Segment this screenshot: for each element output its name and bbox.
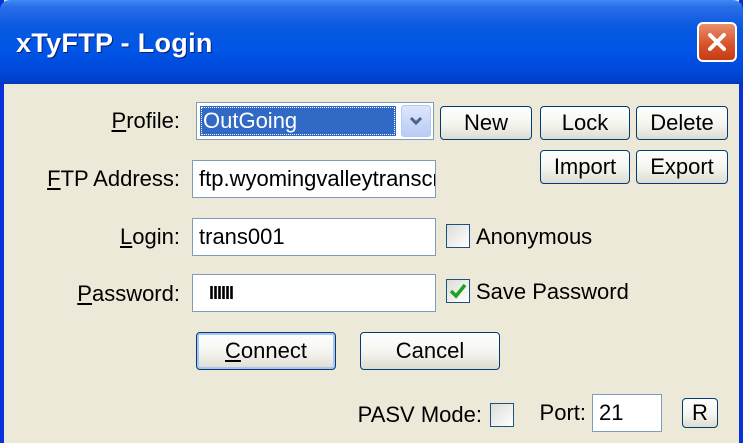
anonymous-checkbox[interactable] — [446, 224, 470, 248]
close-button[interactable] — [697, 22, 737, 62]
password-label: Password: — [77, 281, 180, 306]
cancel-button[interactable]: Cancel — [360, 332, 500, 370]
pasv-mode-label: PASV Mode: — [357, 402, 482, 427]
login-input[interactable]: trans001 — [192, 218, 436, 256]
ftp-address-input[interactable]: ftp.wyomingvalleytranscr — [192, 160, 436, 198]
save-password-checkbox[interactable] — [446, 279, 470, 303]
close-icon — [708, 33, 726, 51]
port-label: Port: — [539, 400, 586, 425]
profile-select[interactable]: OutGoing — [196, 102, 434, 140]
login-label: Login: — [120, 224, 180, 249]
save-password-label: Save Password — [476, 279, 629, 304]
ftp-address-label: FTP Address: — [47, 166, 180, 191]
import-button[interactable]: Import — [540, 150, 630, 184]
lock-button[interactable]: Lock — [540, 106, 630, 140]
title-bar[interactable]: xTyFTP - Login — [0, 0, 743, 84]
delete-button[interactable]: Delete — [636, 106, 728, 140]
profile-label: Profile: — [111, 108, 180, 133]
reset-port-button[interactable]: R — [682, 398, 718, 428]
check-icon — [449, 283, 467, 299]
anonymous-label: Anonymous — [476, 224, 593, 249]
login-dialog: xTyFTP - Login Profile: OutGoing New Loc… — [0, 0, 743, 443]
export-button[interactable]: Export — [636, 150, 728, 184]
port-input[interactable]: 21 — [592, 394, 662, 432]
password-input[interactable]: IIIIII — [192, 274, 436, 312]
profile-selected-value: OutGoing — [200, 106, 396, 136]
dropdown-button[interactable] — [401, 105, 431, 137]
new-button[interactable]: New — [440, 106, 532, 140]
window-title: xTyFTP - Login — [16, 28, 213, 58]
pasv-mode-checkbox[interactable] — [490, 403, 514, 427]
chevron-down-icon — [409, 116, 423, 126]
connect-button[interactable]: Connect — [196, 332, 336, 370]
